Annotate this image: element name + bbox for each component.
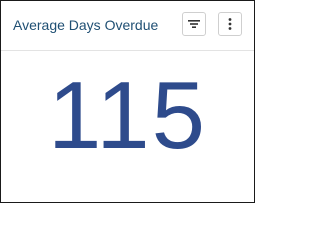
metric-value: 115 — [47, 62, 208, 169]
more-options-button[interactable] — [218, 12, 242, 36]
more-vertical-icon — [228, 18, 232, 30]
filter-icon — [188, 20, 200, 28]
metric-card: Average Days Overdue 115 — [0, 0, 255, 203]
filter-button[interactable] — [182, 12, 206, 36]
card-title: Average Days Overdue — [13, 17, 159, 33]
card-header: Average Days Overdue — [1, 1, 254, 51]
